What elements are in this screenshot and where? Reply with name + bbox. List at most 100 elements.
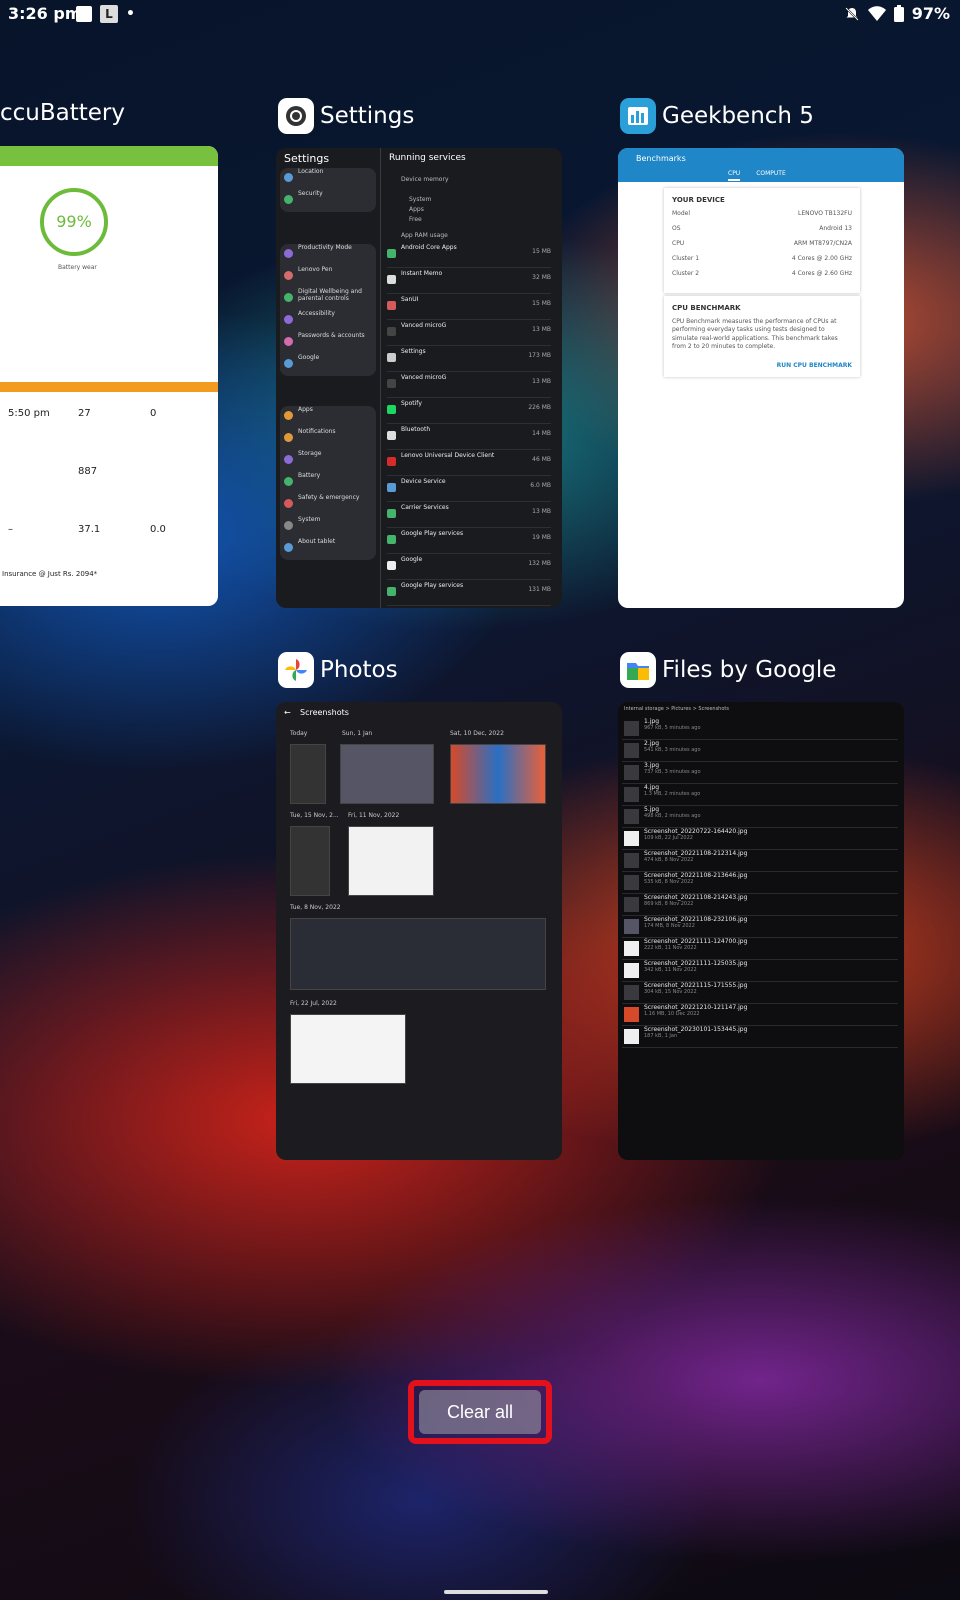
settings-item[interactable]: System: [280, 516, 376, 538]
files-app-icon: [620, 652, 656, 688]
settings-item[interactable]: Accessibility: [280, 310, 376, 332]
service-row[interactable]: Carrier Services 13 MB: [387, 504, 551, 528]
photo-thumb[interactable]: [290, 826, 330, 896]
accubattery-thumbnail[interactable]: 99% Battery wear 5:50 pm 27 0 887 – 37.1…: [0, 146, 218, 606]
screen-off2-value: 0.0: [150, 524, 166, 535]
service-row[interactable]: Device Service 6.0 MB: [387, 478, 551, 502]
date-label-3: Tue, 15 Nov, 2...: [290, 812, 339, 819]
service-row[interactable]: Spotify 226 MB: [387, 400, 551, 424]
service-size: 226 MB: [528, 404, 551, 411]
settings-item[interactable]: Passwords & accounts: [280, 332, 376, 354]
file-row[interactable]: 1.jpg 967 kB, 5 minutes ago: [622, 718, 898, 740]
file-row[interactable]: Screenshot_20221108-214243.jpg 869 kB, 8 …: [622, 894, 898, 916]
gear-icon: [286, 106, 306, 126]
settings-item[interactable]: Digital Wellbeing and parental controls: [280, 288, 376, 310]
file-meta: 1.3 MB, 2 minutes ago: [644, 791, 701, 797]
device-key: Cluster 2: [672, 270, 700, 277]
photo-thumb[interactable]: [450, 744, 546, 804]
run-cpu-benchmark-button[interactable]: RUN CPU BENCHMARK: [672, 362, 852, 369]
service-row[interactable]: Vanced microG 13 MB: [387, 322, 551, 346]
settings-item[interactable]: Safety & emergency: [280, 494, 376, 516]
file-row[interactable]: Screenshot_20221111-124700.jpg 222 kB, 11…: [622, 938, 898, 960]
bell-off-icon: [844, 6, 859, 21]
geekbench-tabs: CPU COMPUTE: [728, 170, 786, 181]
file-row[interactable]: Screenshot_20221210-121147.jpg 1.16 MB, 1…: [622, 1004, 898, 1026]
files-thumbnail[interactable]: Internal storage > Pictures > Screenshot…: [618, 702, 904, 1160]
settings-item[interactable]: Apps: [280, 406, 376, 428]
service-row[interactable]: Google Play services 131 MB: [387, 582, 551, 606]
settings-item[interactable]: Location: [280, 168, 376, 190]
screen-off2-cell: 0.0: [150, 524, 166, 535]
photos-thumbnail[interactable]: ← Screenshots Today Sun, 1 Jan Sat, 10 D…: [276, 702, 562, 1160]
service-row[interactable]: Lenovo Universal Device Client 46 MB: [387, 452, 551, 476]
photo-thumb[interactable]: [290, 744, 326, 804]
photo-thumb[interactable]: [340, 744, 434, 804]
file-row[interactable]: 2.jpg 541 kB, 3 minutes ago: [622, 740, 898, 762]
running-services-title: Running services: [389, 153, 466, 163]
settings-item[interactable]: Storage: [280, 450, 376, 472]
file-row[interactable]: 4.jpg 1.3 MB, 2 minutes ago: [622, 784, 898, 806]
settings-item[interactable]: Lenovo Pen: [280, 266, 376, 288]
file-meta: 535 kB, 8 Nov 2022: [644, 879, 694, 885]
file-row[interactable]: Screenshot_20221111-125035.jpg 342 kB, 11…: [622, 960, 898, 982]
apps-label: Apps: [409, 206, 424, 213]
service-size: 15 MB: [532, 248, 551, 255]
photos-card-header[interactable]: Photos: [278, 652, 398, 688]
settings-item[interactable]: Notifications: [280, 428, 376, 450]
settings-title: Settings: [320, 103, 415, 129]
status-time: 3:26 pm: [8, 4, 82, 23]
file-row[interactable]: Screenshot_20221108-232106.jpg 174 MB, 8 …: [622, 916, 898, 938]
settings-item[interactable]: Productivity Mode: [280, 244, 376, 266]
photo-thumb[interactable]: [290, 1014, 406, 1084]
file-row[interactable]: 3.jpg 737 kB, 3 minutes ago: [622, 762, 898, 784]
screen-off-cell: 0: [150, 408, 156, 419]
service-name: Spotify: [401, 400, 422, 407]
date-label-6: Fri, 22 Jul, 2022: [290, 1000, 337, 1007]
file-row[interactable]: Screenshot_20221108-213646.jpg 535 kB, 8 …: [622, 872, 898, 894]
settings-item[interactable]: About tablet: [280, 538, 376, 560]
settings-card-header[interactable]: Settings: [278, 98, 414, 134]
service-row[interactable]: SanUI 15 MB: [387, 296, 551, 320]
file-meta: 187 kB, 1 Jan: [644, 1033, 678, 1039]
file-row[interactable]: Screenshot_20221108-212314.jpg 474 kB, 8 …: [622, 850, 898, 872]
service-name: Bluetooth: [401, 426, 431, 433]
screenshots-title: Screenshots: [300, 708, 349, 717]
service-row[interactable]: Android Core Apps 15 MB: [387, 244, 551, 268]
service-name: Lenovo Universal Device Client: [401, 452, 495, 459]
accubattery-card-header[interactable]: ccuBattery: [0, 100, 125, 126]
gesture-nav-handle[interactable]: [444, 1590, 548, 1594]
settings-item[interactable]: Security: [280, 190, 376, 212]
tab-cpu[interactable]: CPU: [728, 170, 741, 181]
device-value: ARM MT8797/CN2A: [793, 240, 852, 247]
settings-item[interactable]: Battery: [280, 472, 376, 494]
service-row[interactable]: Bluetooth 14 MB: [387, 426, 551, 450]
service-row[interactable]: Vanced microG 13 MB: [387, 374, 551, 398]
photo-thumb[interactable]: [290, 918, 546, 990]
screen-on2-value: 37.1: [78, 524, 101, 535]
file-row[interactable]: Screenshot_20220722-164420.jpg 109 kB, 22…: [622, 828, 898, 850]
service-name: Vanced microG: [401, 322, 447, 329]
files-card-header[interactable]: Files by Google: [620, 652, 836, 688]
tab-compute[interactable]: COMPUTE: [756, 170, 786, 181]
settings-thumbnail[interactable]: Settings Location Security Productivity …: [276, 148, 562, 608]
file-row[interactable]: Screenshot_20221115-171555.jpg 304 kB, 15…: [622, 982, 898, 1004]
service-size: 13 MB: [532, 326, 551, 333]
settings-item[interactable]: Google: [280, 354, 376, 376]
photo-thumb[interactable]: [348, 826, 434, 896]
service-row[interactable]: Instant Memo 32 MB: [387, 270, 551, 294]
pinwheel-icon: [285, 659, 307, 681]
charging-value: 5:50 pm: [8, 408, 50, 419]
geekbench-thumbnail[interactable]: Benchmarks CPU COMPUTE YOUR DEVICE Model…: [618, 148, 904, 608]
battery-percent: 97%: [911, 4, 950, 23]
service-size: 19 MB: [532, 534, 551, 541]
file-name: Screenshot_20221210-121147.jpg: [644, 1004, 748, 1011]
file-row[interactable]: 5.jpg 498 kB, 2 minutes ago: [622, 806, 898, 828]
photos-title: Photos: [320, 657, 398, 683]
geekbench-card-header[interactable]: Geekbench 5: [620, 98, 814, 134]
service-row[interactable]: Google 132 MB: [387, 556, 551, 580]
clear-all-button[interactable]: Clear all: [419, 1390, 541, 1434]
service-row[interactable]: Google Play services 19 MB: [387, 530, 551, 554]
file-name: 1.jpg: [644, 718, 660, 725]
file-row[interactable]: Screenshot_20230101-153445.jpg 187 kB, 1 …: [622, 1026, 898, 1048]
service-row[interactable]: Settings 173 MB: [387, 348, 551, 372]
